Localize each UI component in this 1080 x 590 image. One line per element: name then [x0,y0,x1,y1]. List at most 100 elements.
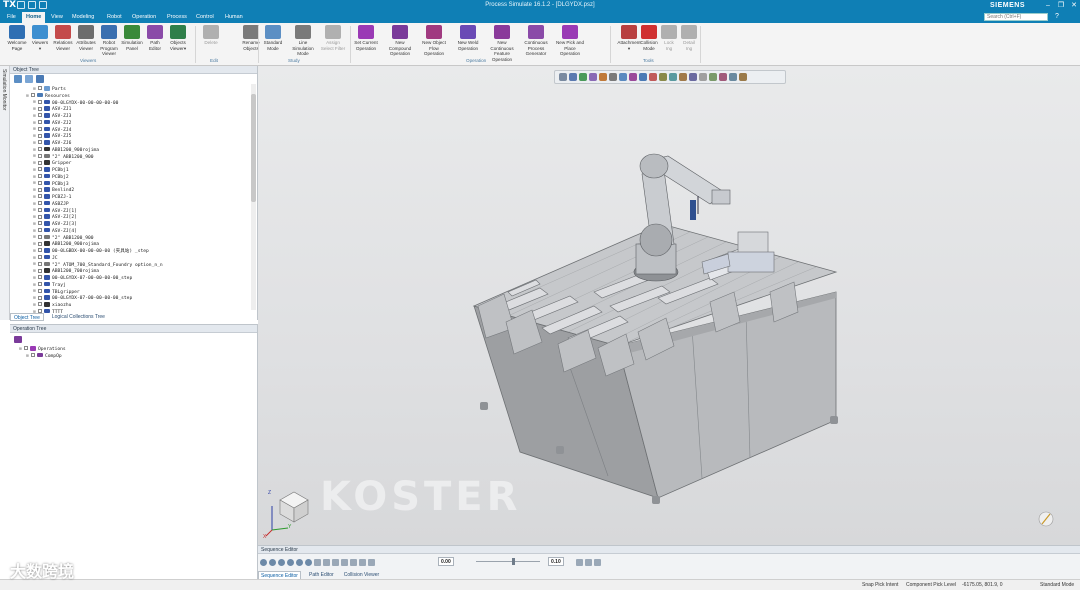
zoom-icon[interactable] [305,558,312,566]
visibility-checkbox[interactable] [38,126,42,131]
restore-button[interactable]: ❐ [1055,0,1067,11]
zoom-out-icon[interactable] [269,558,276,566]
visibility-checkbox[interactable] [38,275,42,280]
visibility-checkbox[interactable] [38,160,42,165]
object-tree-row[interactable]: ⊞ ASV-ZJ[4] [12,227,248,235]
operation-button-2[interactable]: New Object Flow Operation [419,25,449,57]
visibility-checkbox[interactable] [38,255,42,259]
view-cube[interactable] [265,491,309,537]
visibility-checkbox[interactable] [38,86,42,91]
operation-button-0[interactable]: Set Current Operation [351,25,381,51]
object-tree-row[interactable]: ⊞ ASBZJP [12,200,248,208]
visibility-checkbox[interactable] [38,99,42,104]
visibility-checkbox[interactable] [38,288,42,293]
visibility-checkbox[interactable] [38,207,42,212]
new-operation-icon[interactable] [14,336,22,343]
snap-pick-intent[interactable]: Snap Pick Intent [862,580,898,590]
visibility-checkbox[interactable] [38,282,42,286]
operation-button-4[interactable]: New Continuous Feature Operation [487,25,517,62]
slider-handle[interactable] [512,558,515,565]
play-forward-icon[interactable] [350,558,357,566]
visibility-checkbox[interactable] [38,180,42,185]
visibility-checkbox[interactable] [38,295,42,300]
visibility-checkbox[interactable] [38,194,42,199]
visibility-checkbox[interactable] [38,228,42,232]
sim-time-field[interactable]: 0.00 [438,557,454,566]
object-tree-row[interactable]: ⊞ Trayj [12,281,248,289]
view-orientation-icon[interactable] [1038,511,1054,527]
close-button[interactable]: ✕ [1068,0,1080,11]
time-interval-field[interactable]: 0.10 [548,557,564,566]
help-icon[interactable]: ? [1052,12,1062,22]
visibility-checkbox[interactable] [38,120,42,124]
visibility-checkbox[interactable] [38,268,42,273]
step-forward-icon[interactable] [359,558,366,566]
study-button-2[interactable]: Assign Select Filter [318,25,348,51]
object-tree-row[interactable]: ⊞ Gripper [12,160,248,167]
simulation-monitor-tab[interactable]: Simulation Monitor [1,69,7,110]
pick-level[interactable]: Component Pick Level [906,580,956,590]
operation-tree-row[interactable]: ⊞ Operations [12,346,248,353]
study-button-0[interactable]: Standard Mode [258,25,288,51]
object-tree-row[interactable]: ⊞ ASV-ZJ[3] [12,221,248,228]
operation-tree-row[interactable]: ⊞ CompOp [12,352,248,360]
visibility-checkbox[interactable] [38,302,42,307]
visibility-checkbox[interactable] [38,133,42,138]
settings-icon[interactable] [594,558,601,566]
tab-file[interactable]: File [3,12,20,23]
operation-button-5[interactable]: Continuous Process Generator [521,25,551,57]
visibility-checkbox[interactable] [31,93,35,97]
object-tree-row[interactable]: ⊞ Resources [12,92,248,100]
sim-speed-slider[interactable] [476,558,540,565]
visibility-checkbox[interactable] [38,140,42,145]
object-tree-row[interactable]: ⊞ TBLgripper [12,288,248,296]
visibility-checkbox[interactable] [31,353,35,357]
viewers-button-7[interactable]: Objects Viewer▾ [163,25,193,51]
tab-human[interactable]: Human [221,12,247,23]
play-backward-icon[interactable] [332,558,339,566]
visibility-checkbox[interactable] [38,147,42,151]
object-tree-row[interactable]: ⊞ ABB1200_700rojima [12,268,248,275]
zoom-in-icon[interactable] [260,558,267,566]
visibility-checkbox[interactable] [24,346,28,351]
study-button-1[interactable]: Line Simulation Mode [288,25,318,57]
operation-button-3[interactable]: New Weld Operation [453,25,483,51]
object-tree-row[interactable]: ⊞ ASV-ZJ1 [12,106,248,113]
object-tree-row[interactable]: ⊞ 00-0LGBDX-00-00-00-00 (夹具站) _step [12,248,248,255]
object-tree-scrollbar[interactable] [251,84,256,310]
visibility-checkbox[interactable] [38,106,42,111]
object-tree-row[interactable]: ⊞ ASV-ZJ2 [12,119,248,127]
scrollbar-thumb[interactable] [251,94,256,202]
operation-button-1[interactable]: New Compound Operation [385,25,415,57]
object-tree-row[interactable]: ⊞ ASV-ZJ4 [12,126,248,134]
object-tree-row[interactable]: ⊞ ASV-ZJ6 [12,140,248,147]
visibility-checkbox[interactable] [38,261,42,266]
object-tree-row[interactable]: ⊞ ASV-ZJ3 [12,113,248,120]
tab-logical-collections-tree[interactable]: Logical Collections Tree [49,313,108,321]
visibility-checkbox[interactable] [38,214,42,219]
object-tree-row[interactable]: ⊞ Benlind2 [12,187,248,194]
object-tree-row[interactable]: ⊞ 00-0LGYDX-07-00-00-00-00_step [12,275,248,282]
object-tree-row[interactable]: ⊞ ASV-ZJ[1] [12,207,248,215]
jump-start-icon[interactable] [314,558,321,566]
object-tree-row[interactable]: ⊞ ABB1200_900rojima [12,241,248,248]
tab-operation[interactable]: Operation [128,12,160,23]
visibility-checkbox[interactable] [38,187,42,192]
zoom-select-icon[interactable] [287,558,294,566]
object-tree-row[interactable]: ⊞ PCBbj1 [12,167,248,174]
object-tree-row[interactable]: ⊞ Parts [12,86,248,93]
object-tree-row[interactable]: ⊞ 00-0LGYDX-07-00-00-00-00_step [12,295,248,302]
loop-icon[interactable] [585,558,592,566]
visibility-checkbox[interactable] [38,153,42,158]
object-tree-row[interactable]: ⊞ ASV-ZJ[2] [12,214,248,221]
search-icon[interactable] [296,558,303,566]
step-back-icon[interactable] [323,558,330,566]
visibility-checkbox[interactable] [38,221,42,226]
jump-end-icon[interactable] [368,558,375,566]
object-tree-row[interactable]: ⊞ "2" ATOM_700_Standard_Foundry option_n_… [12,261,248,269]
tab-control[interactable]: Control [192,12,218,23]
object-tree-row[interactable]: ⊞ xiaozhu [12,302,248,309]
visibility-checkbox[interactable] [38,248,42,253]
3d-viewport[interactable]: KOSTER Z Y X [258,66,1080,545]
object-tree-row[interactable]: ⊞ PCBZJ-1 [12,194,248,201]
